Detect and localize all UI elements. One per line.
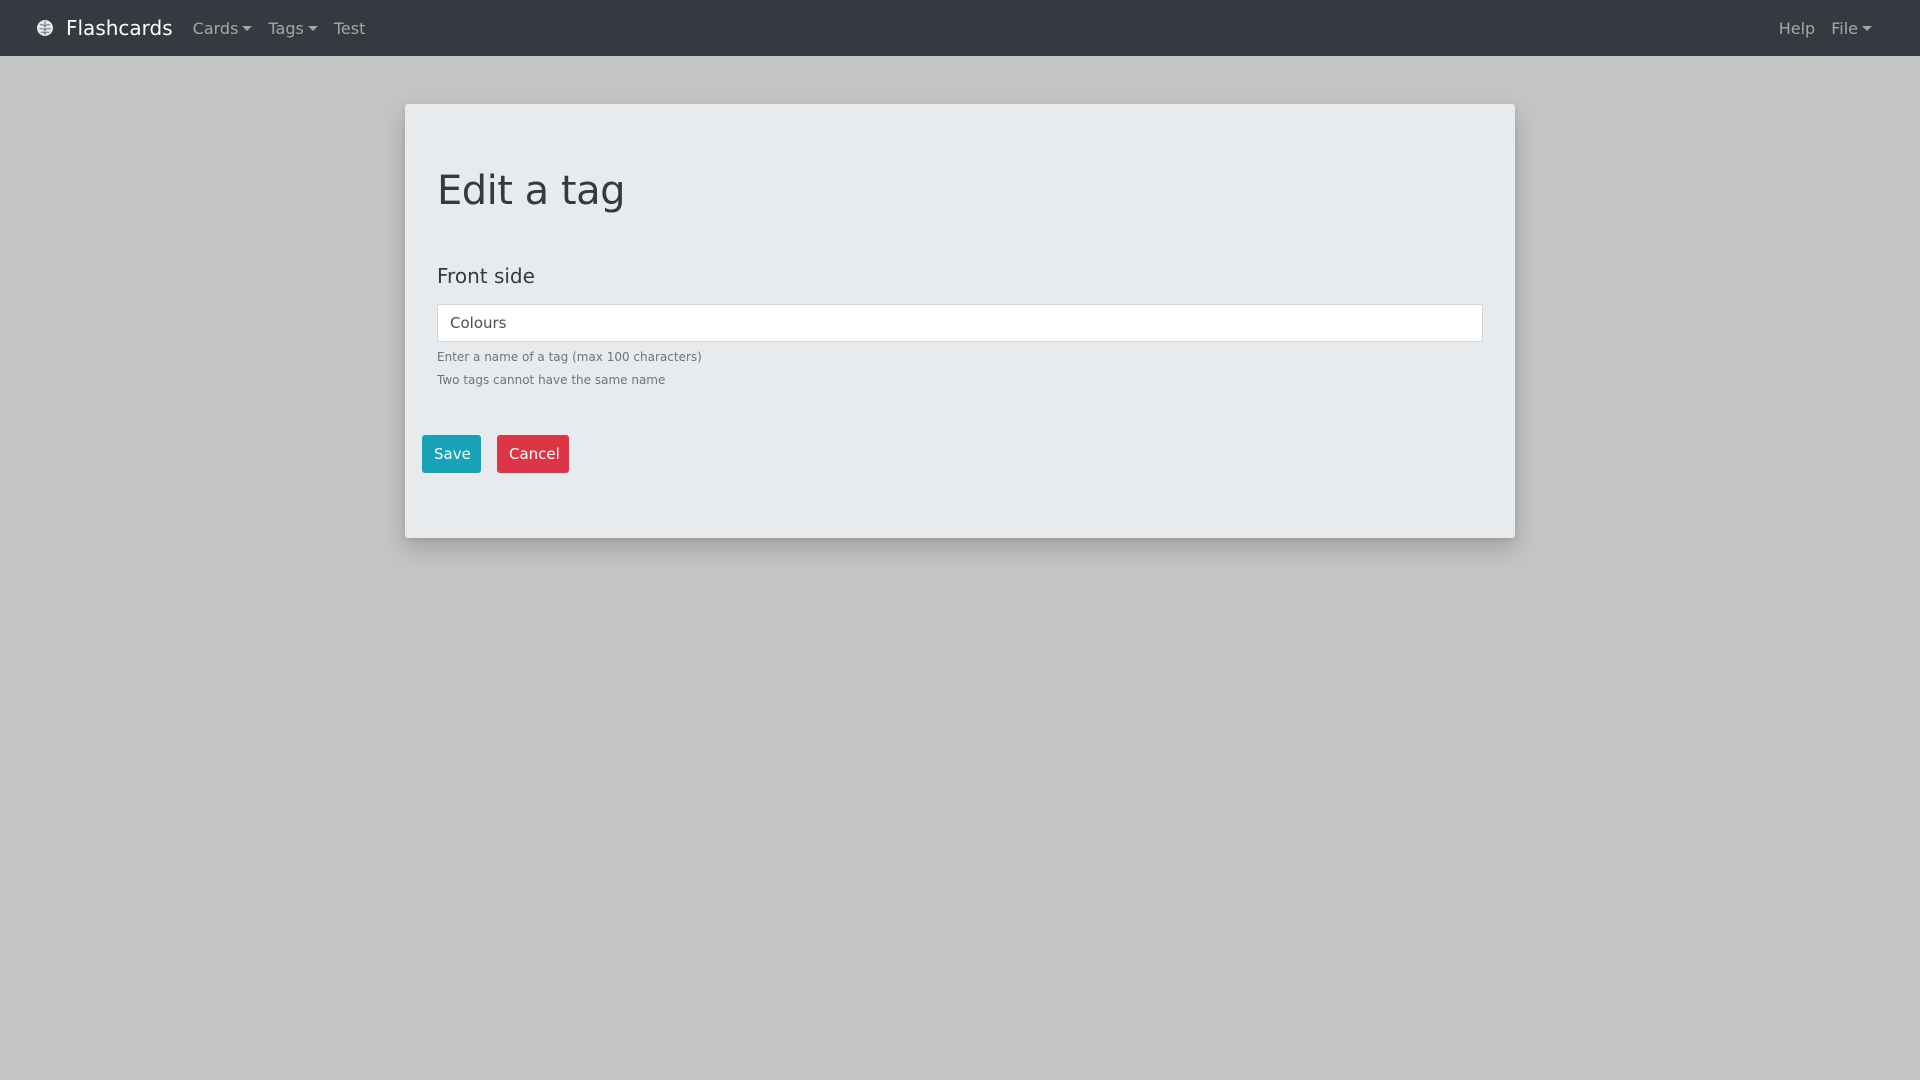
- nav-file-label: File: [1831, 18, 1858, 38]
- nav-test-label: Test: [333, 18, 366, 38]
- page-title: Edit a tag: [437, 168, 626, 214]
- caret-down-icon: [307, 25, 318, 31]
- nav-tags-dropdown[interactable]: Tags: [260, 19, 325, 38]
- tag-name-input[interactable]: [437, 304, 1483, 342]
- nav-tags-label: Tags: [268, 18, 304, 38]
- brand-link[interactable]: Flashcards: [36, 16, 173, 40]
- nav-test-link[interactable]: Test: [326, 19, 374, 38]
- cancel-button[interactable]: Cancel: [497, 435, 569, 473]
- front-side-label: Front side: [437, 264, 535, 288]
- nav-cards-dropdown[interactable]: Cards: [185, 19, 261, 38]
- brain-icon: [36, 19, 54, 37]
- nav-cards-label: Cards: [192, 18, 239, 38]
- brand-name: Flashcards: [66, 16, 173, 40]
- help-text-max-length: Enter a name of a tag (max 100 character…: [437, 350, 702, 364]
- top-navbar: Flashcards Cards Tags Test Help File: [0, 0, 1920, 56]
- save-button[interactable]: Save: [422, 435, 481, 473]
- caret-down-icon: [1862, 25, 1872, 31]
- help-text-unique-name: Two tags cannot have the same name: [437, 373, 666, 387]
- nav-help-label: Help: [1778, 18, 1816, 38]
- caret-down-icon: [242, 25, 253, 31]
- edit-tag-card: Edit a tag Front side Enter a name of a …: [405, 104, 1515, 538]
- nav-file-dropdown[interactable]: File: [1823, 19, 1880, 38]
- nav-help-link[interactable]: Help: [1771, 19, 1823, 38]
